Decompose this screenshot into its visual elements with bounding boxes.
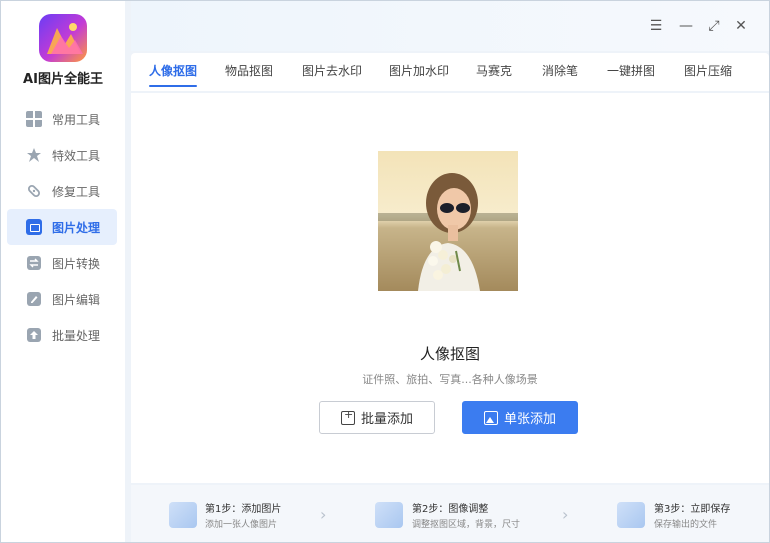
save-file-icon — [617, 502, 645, 528]
tab-collage[interactable]: 一键拼图 — [607, 53, 655, 91]
tab-eraser[interactable]: 消除笔 — [542, 53, 578, 91]
feature-title: 人像抠图 — [419, 345, 480, 363]
sidebar-item-label: 特效工具 — [52, 148, 101, 163]
single-add-label: 单张添加 — [503, 412, 556, 427]
upload-icon — [26, 327, 42, 343]
tab-object-cutout[interactable]: 物品抠图 — [225, 53, 273, 91]
grid-icon — [26, 111, 42, 127]
step-title: 第2步：图像调整 — [412, 504, 489, 515]
image-icon — [483, 410, 498, 425]
sidebar-item-label: 批量处理 — [52, 328, 101, 343]
batch-add-label: 批量添加 — [360, 412, 413, 427]
step-desc: 调整抠图区域，背景，尺寸 — [412, 520, 521, 530]
image-wave-icon — [26, 219, 42, 235]
step-title: 第1步：添加图片 — [205, 504, 282, 515]
convert-icon — [26, 255, 42, 271]
sidebar-item-repair[interactable]: 修复工具 — [1, 173, 125, 209]
steps-bar: 第1步：添加图片 添加一张人像图片 › 第2步：图像调整 调整抠图区域，背景，尺… — [131, 485, 769, 542]
feature-subtitle: 证件照、旅拍、写真...各种人像场景 — [362, 373, 538, 386]
app-window: AI图片全能王 常用工具 特效工具 修复工具 图片处理 图片转换 图片编辑 批量… — [0, 0, 770, 543]
adjust-image-icon — [375, 502, 403, 528]
app-logo — [39, 14, 87, 62]
minimize-button[interactable]: — — [678, 18, 694, 34]
sidebar-item-image-edit[interactable]: 图片编辑 — [1, 281, 125, 317]
app-name: AI图片全能王 — [23, 72, 103, 87]
chevron-right-icon: › — [562, 505, 569, 524]
tab-mosaic[interactable]: 马赛克 — [476, 53, 512, 91]
batch-add-button[interactable]: 批量添加 — [319, 401, 435, 434]
sidebar-item-image-convert[interactable]: 图片转换 — [1, 245, 125, 281]
main-panel: 人像抠图 证件照、旅拍、写真...各种人像场景 批量添加 单张添加 — [131, 93, 769, 483]
sidebar-item-label: 图片编辑 — [52, 292, 101, 307]
edit-icon — [26, 291, 42, 307]
magic-star-icon — [26, 147, 42, 163]
add-picture-icon — [169, 502, 197, 528]
tab-compress[interactable]: 图片压缩 — [684, 53, 732, 91]
step-desc: 添加一张人像图片 — [205, 520, 278, 530]
sidebar-item-label: 常用工具 — [52, 112, 101, 127]
sidebar-item-common-tools[interactable]: 常用工具 — [1, 101, 125, 137]
tab-portrait-cutout[interactable]: 人像抠图 — [149, 53, 198, 91]
tab-remove-watermark[interactable]: 图片去水印 — [302, 53, 362, 91]
sidebar-item-effects[interactable]: 特效工具 — [1, 137, 125, 173]
title-bar: ☰ — ⤢ ✕ — [131, 1, 769, 51]
add-image-icon — [340, 408, 355, 425]
menu-icon[interactable]: ☰ — [648, 18, 664, 34]
close-button[interactable]: ✕ — [733, 18, 749, 34]
tab-add-watermark[interactable]: 图片加水印 — [389, 53, 449, 91]
step-title: 第3步：立即保存 — [654, 504, 731, 515]
maximize-button[interactable]: ⤢ — [706, 18, 722, 34]
tool-tabs: 人像抠图 物品抠图 图片去水印 图片加水印 马赛克 消除笔 一键拼图 图片压缩 — [131, 53, 769, 91]
chevron-right-icon: › — [320, 505, 327, 524]
sidebar-item-label: 修复工具 — [52, 184, 101, 199]
sidebar-nav: 常用工具 特效工具 修复工具 图片处理 图片转换 图片编辑 批量处理 — [1, 101, 125, 353]
sidebar: AI图片全能王 常用工具 特效工具 修复工具 图片处理 图片转换 图片编辑 批量… — [1, 1, 125, 542]
sidebar-item-label: 图片转换 — [52, 256, 101, 271]
sidebar-item-label: 图片处理 — [52, 220, 101, 235]
sample-portrait-image — [378, 151, 518, 291]
sidebar-item-image-processing[interactable]: 图片处理 — [7, 209, 117, 245]
single-add-button[interactable]: 单张添加 — [462, 401, 578, 434]
sidebar-item-batch[interactable]: 批量处理 — [1, 317, 125, 353]
step-desc: 保存输出的文件 — [654, 520, 718, 530]
bandage-icon — [26, 183, 42, 199]
